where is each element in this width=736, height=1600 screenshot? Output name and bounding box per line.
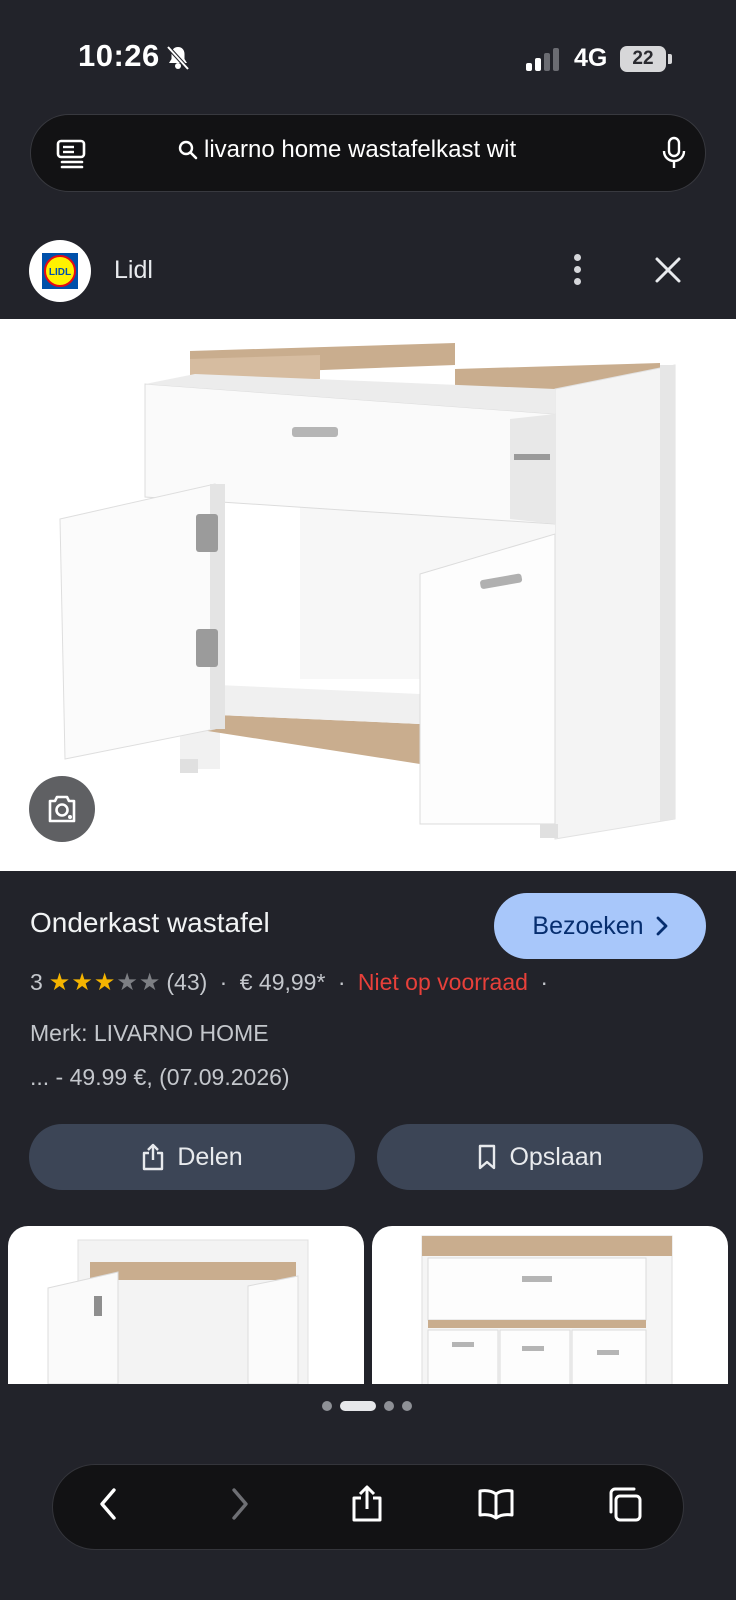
chevron-right-icon bbox=[656, 916, 667, 936]
product-title: Onderkast wastafel bbox=[30, 907, 270, 938]
search-query[interactable]: livarno home wastafelkast wit bbox=[178, 136, 578, 164]
share-label: Delen bbox=[177, 1142, 243, 1171]
back-icon[interactable] bbox=[96, 1484, 120, 1529]
status-time: 10:26 bbox=[78, 38, 160, 73]
carousel-dot[interactable] bbox=[402, 1401, 412, 1411]
price-detail: ... - 49.99 €, (07.09.2026) bbox=[30, 1064, 290, 1090]
share-sheet-icon[interactable] bbox=[350, 1484, 384, 1529]
visit-button[interactable]: Bezoeken bbox=[494, 893, 706, 959]
star-empty-icon: ★ bbox=[116, 969, 138, 996]
price: € 49,99* bbox=[239, 969, 326, 995]
separator-dot: · bbox=[213, 969, 234, 995]
silent-bell-icon bbox=[166, 44, 190, 77]
carousel-dot[interactable] bbox=[340, 1401, 376, 1411]
close-icon[interactable] bbox=[654, 256, 682, 289]
separator-dot: · bbox=[533, 969, 548, 995]
star-filled-icon: ★ bbox=[93, 969, 116, 996]
star-empty-icon: ★ bbox=[138, 969, 161, 996]
forward-icon[interactable] bbox=[228, 1484, 252, 1529]
star-filled-icon: ★ bbox=[48, 969, 71, 996]
lidl-logo[interactable]: LIDL bbox=[29, 240, 91, 302]
star-filled-icon: ★ bbox=[71, 969, 93, 996]
separator-dot: · bbox=[331, 969, 352, 995]
carousel-indicator[interactable] bbox=[322, 1401, 412, 1411]
search-icon bbox=[178, 140, 198, 160]
rating-price-row: 3 ★ ★ ★ ★ ★ (43) · € 49,99* · Niet op voorra… bbox=[30, 968, 548, 997]
source-name[interactable]: Lidl bbox=[114, 256, 153, 285]
battery-icon: 22 bbox=[620, 46, 666, 72]
visit-label: Bezoeken bbox=[532, 911, 644, 940]
save-label: Opslaan bbox=[509, 1142, 603, 1171]
review-count[interactable]: (43) bbox=[166, 969, 207, 996]
carousel-dot[interactable] bbox=[384, 1401, 394, 1411]
lidl-logo-text: LIDL bbox=[49, 267, 71, 278]
signal-icon bbox=[526, 48, 559, 71]
share-button[interactable]: Delen bbox=[29, 1124, 355, 1190]
mic-icon[interactable] bbox=[662, 136, 686, 175]
carousel-dot[interactable] bbox=[322, 1401, 332, 1411]
related-image-2[interactable] bbox=[372, 1226, 728, 1384]
rating-stars: ★ ★ ★ ★ ★ bbox=[49, 968, 161, 997]
bookmarks-icon[interactable] bbox=[476, 1484, 516, 1529]
battery-tip bbox=[668, 54, 672, 64]
share-icon bbox=[143, 1143, 164, 1171]
related-image-1[interactable] bbox=[8, 1226, 364, 1384]
google-lens-button[interactable] bbox=[29, 776, 95, 842]
product-image[interactable] bbox=[0, 319, 736, 871]
rating-value: 3 bbox=[30, 969, 43, 995]
stock-status: Niet op voorraad bbox=[357, 969, 528, 995]
network-type: 4G bbox=[574, 44, 608, 72]
bookmark-icon bbox=[479, 1144, 496, 1170]
more-options-icon[interactable] bbox=[574, 254, 581, 285]
brand-info: Merk: LIVARNO HOME bbox=[30, 1020, 269, 1046]
tabs-overview-icon[interactable] bbox=[606, 1484, 644, 1529]
tabs-icon[interactable] bbox=[56, 138, 86, 175]
search-query-text: livarno home wastafelkast wit bbox=[204, 136, 517, 163]
save-button[interactable]: Opslaan bbox=[377, 1124, 703, 1190]
lens-icon bbox=[48, 795, 76, 823]
